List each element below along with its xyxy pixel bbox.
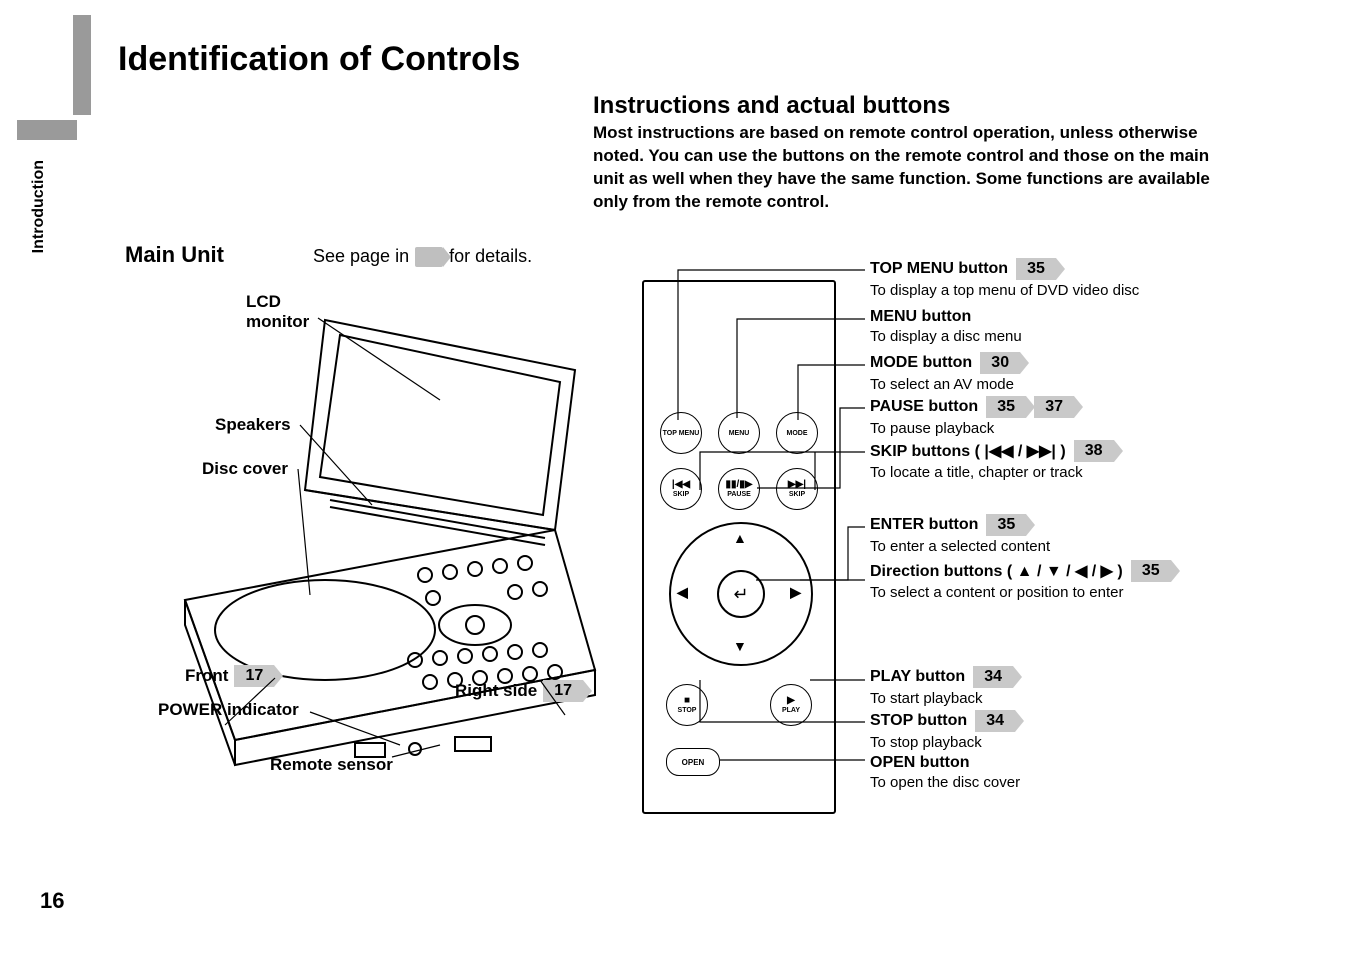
description-title: MODE button 30 xyxy=(870,352,1020,374)
callout-remote-sensor: Remote sensor xyxy=(270,755,393,775)
control-panel-diagram: TOP MENU MENU MODE |◀◀SKIP ▮▮/▮▶PAUSE ▶▶… xyxy=(642,280,836,814)
see-page-note: See page in for details. xyxy=(313,246,532,267)
instructions-body: Most instructions are based on remote co… xyxy=(593,122,1233,214)
dpad-down-icon: ▼ xyxy=(733,638,747,654)
callout-power-indicator: POWER indicator xyxy=(158,700,299,720)
description-title-text: STOP button xyxy=(870,712,967,730)
description-title: PLAY button 34 xyxy=(870,666,1013,688)
description-title: MENU button xyxy=(870,308,1022,326)
description-title: PAUSE button 35 37 xyxy=(870,396,1074,418)
description-title: Direction buttons ( ▲ / ▼ / ◀ / ▶ ) 35 xyxy=(870,560,1171,582)
description-title: ENTER button 35 xyxy=(870,514,1050,536)
page-number: 16 xyxy=(40,888,64,914)
panel-open-button: OPEN xyxy=(666,748,720,776)
description-subtext: To select a content or position to enter xyxy=(870,584,1171,601)
page-chip: 35 xyxy=(986,396,1026,418)
description-title-text: OPEN button xyxy=(870,754,970,772)
description-item: PAUSE button 35 37 To pause playback xyxy=(870,396,1074,437)
description-title: OPEN button xyxy=(870,754,1020,772)
panel-dpad: ↵ ▲ ▼ ◀ ▶ xyxy=(669,522,809,662)
description-subtext: To locate a title, chapter or track xyxy=(870,464,1114,481)
panel-stop-button: ■STOP xyxy=(666,684,708,726)
side-tab-label: Introduction xyxy=(30,160,48,253)
description-item: PLAY button 34 To start playback xyxy=(870,666,1013,707)
side-tab-box xyxy=(17,120,77,140)
description-subtext: To display a top menu of DVD video disc xyxy=(870,282,1139,299)
description-subtext: To start playback xyxy=(870,690,1013,707)
callout-lcd-monitor: LCD monitor xyxy=(246,292,309,332)
callout-right-side: Right side xyxy=(455,681,537,701)
page-chip: 30 xyxy=(980,352,1020,374)
dpad-left-icon: ◀ xyxy=(677,584,688,601)
side-tab-marker xyxy=(73,15,91,115)
callout-speakers: Speakers xyxy=(215,415,291,435)
description-title-text: TOP MENU button xyxy=(870,260,1008,278)
description-title: STOP button 34 xyxy=(870,710,1015,732)
panel-skip-next-button: ▶▶|SKIP xyxy=(776,468,818,510)
description-subtext: To pause playback xyxy=(870,420,1074,437)
page-chip-front: 17 xyxy=(234,665,274,687)
see-page-prefix: See page in xyxy=(313,246,409,267)
page-chip: 38 xyxy=(1074,440,1114,462)
description-title-text: ENTER button xyxy=(870,516,978,534)
dpad-up-icon: ▲ xyxy=(733,530,747,546)
description-item: ENTER button 35 To enter a selected conten… xyxy=(870,514,1050,555)
description-title: SKIP buttons ( |◀◀ / ▶▶| ) 38 xyxy=(870,440,1114,462)
panel-play-button: ▶PLAY xyxy=(770,684,812,726)
description-subtext: To select an AV mode xyxy=(870,376,1020,393)
page-chip: 34 xyxy=(973,666,1013,688)
description-subtext: To stop playback xyxy=(870,734,1015,751)
page-title: Identification of Controls xyxy=(118,40,520,79)
description-title-text: PAUSE button xyxy=(870,398,978,416)
main-unit-label: Main Unit xyxy=(125,242,224,268)
page-chip: 37 xyxy=(1034,396,1074,418)
page-chip: 35 xyxy=(1131,560,1171,582)
description-title-text: MENU button xyxy=(870,308,971,326)
page-chip: 35 xyxy=(1016,258,1056,280)
page-chip-icon xyxy=(415,247,443,267)
description-item: MODE button 30 To select an AV mode xyxy=(870,352,1020,393)
description-title-text: PLAY button xyxy=(870,668,965,686)
panel-mode-button: MODE xyxy=(776,412,818,454)
description-item: SKIP buttons ( |◀◀ / ▶▶| ) 38 To locate a … xyxy=(870,440,1114,481)
description-subtext: To enter a selected content xyxy=(870,538,1050,555)
page-chip: 34 xyxy=(975,710,1015,732)
panel-skip-prev-button: |◀◀SKIP xyxy=(660,468,702,510)
panel-menu-button: MENU xyxy=(718,412,760,454)
description-item: STOP button 34 To stop playback xyxy=(870,710,1015,751)
description-title-text: Direction buttons ( ▲ / ▼ / ◀ / ▶ ) xyxy=(870,561,1123,581)
panel-top-menu-button: TOP MENU xyxy=(660,412,702,454)
panel-pause-button: ▮▮/▮▶PAUSE xyxy=(718,468,760,510)
description-title: TOP MENU button 35 xyxy=(870,258,1139,280)
description-title-text: MODE button xyxy=(870,354,972,372)
description-item: MENU button To display a disc menu xyxy=(870,308,1022,345)
panel-enter-button: ↵ xyxy=(717,570,765,618)
description-item: Direction buttons ( ▲ / ▼ / ◀ / ▶ ) 35 To … xyxy=(870,560,1171,601)
dpad-right-icon: ▶ xyxy=(790,584,801,601)
callout-front: Front xyxy=(185,666,228,686)
page-chip-right-side: 17 xyxy=(543,680,583,702)
description-item: TOP MENU button 35 To display a top menu o… xyxy=(870,258,1139,299)
see-page-suffix: for details. xyxy=(449,246,532,267)
callout-disc-cover: Disc cover xyxy=(202,459,288,479)
page-chip: 35 xyxy=(986,514,1026,536)
description-subtext: To display a disc menu xyxy=(870,328,1022,345)
description-item: OPEN button To open the disc cover xyxy=(870,754,1020,791)
instructions-heading: Instructions and actual buttons xyxy=(593,92,950,120)
description-subtext: To open the disc cover xyxy=(870,774,1020,791)
description-title-text: SKIP buttons ( |◀◀ / ▶▶| ) xyxy=(870,441,1066,461)
